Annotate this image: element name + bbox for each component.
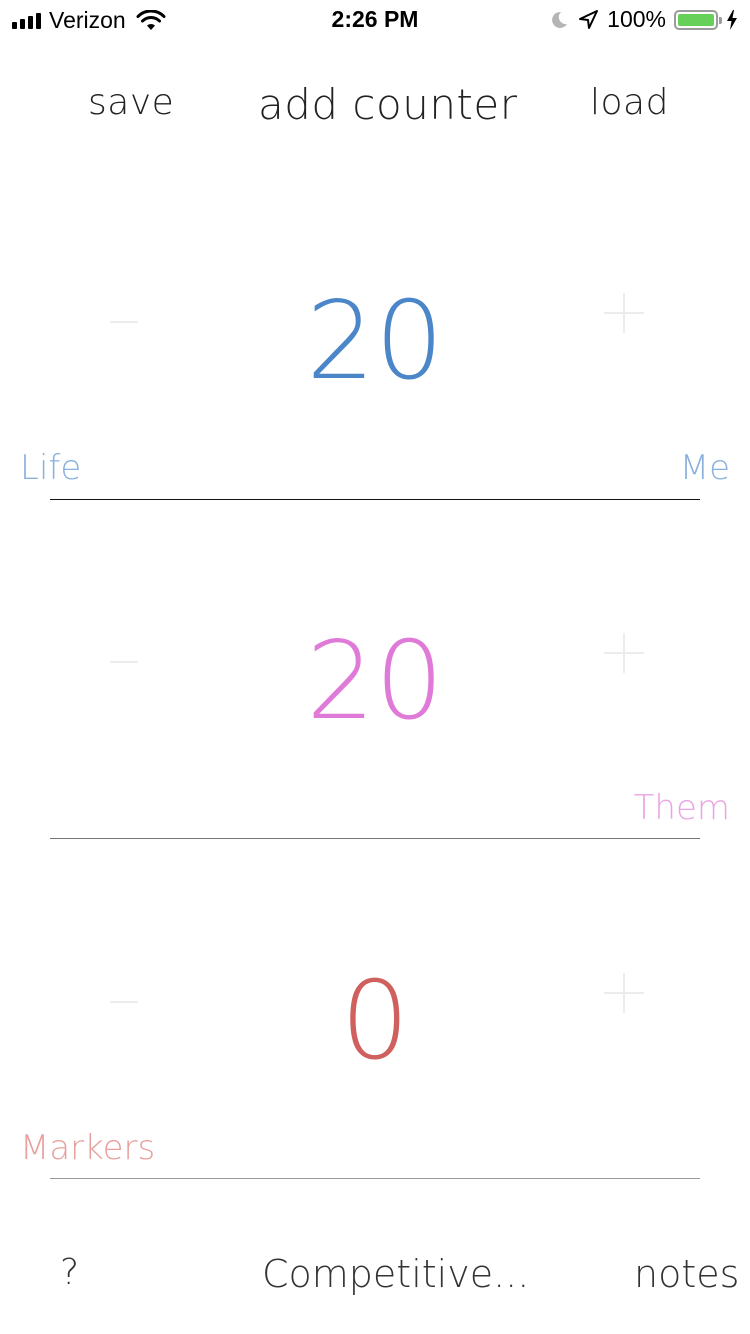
mode-select-button[interactable]: Competitive... (262, 1252, 529, 1296)
increment-button[interactable] (604, 293, 644, 333)
counter-them: 20 Them (0, 500, 750, 840)
battery-fill (678, 13, 714, 26)
location-arrow-icon (579, 9, 599, 29)
counter-name-label[interactable]: Life (20, 448, 81, 488)
counter-markers: 0 Markers (0, 840, 750, 1180)
increment-button[interactable] (604, 633, 644, 673)
add-counter-button[interactable]: add counter (258, 80, 518, 129)
battery-percent: 100% (607, 6, 666, 32)
save-button[interactable]: save (88, 82, 174, 123)
counter-name-label[interactable]: Markers (20, 1128, 155, 1168)
battery-icon (674, 9, 722, 30)
notes-button[interactable]: notes (634, 1252, 739, 1296)
help-button[interactable]: ? (60, 1252, 79, 1293)
charging-bolt-icon (727, 9, 737, 30)
counter-owner-label[interactable]: Me (680, 448, 730, 488)
counter-life: 20 Life Me (0, 160, 750, 500)
status-bar: Verizon 2:26 PM 100% (0, 0, 750, 40)
load-button[interactable]: load (590, 82, 669, 123)
counter-divider (50, 1178, 700, 1179)
increment-button[interactable] (604, 973, 644, 1013)
status-right: 100% (549, 6, 738, 33)
counter-divider (50, 838, 700, 839)
moon-icon (552, 11, 568, 28)
counter-owner-label[interactable]: Them (634, 788, 730, 828)
